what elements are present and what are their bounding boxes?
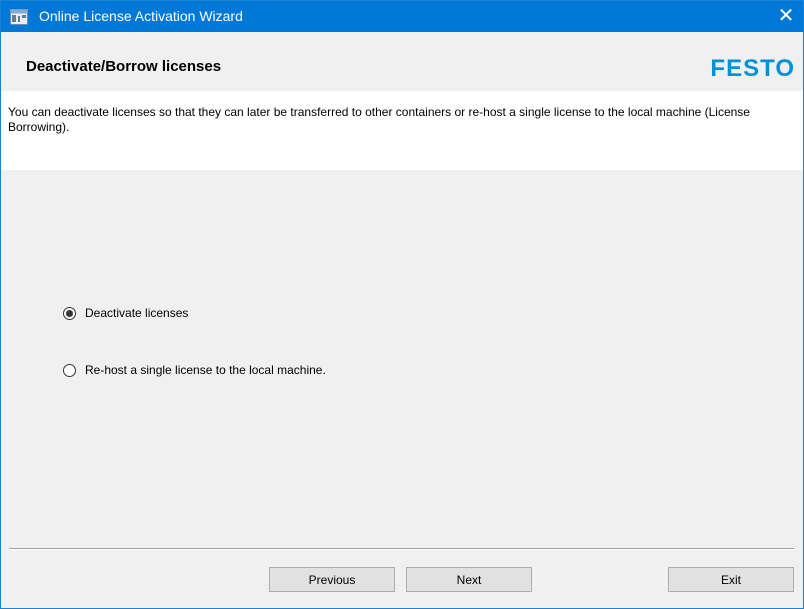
option-label: Deactivate licenses xyxy=(85,306,189,320)
radio-button-unselected[interactable] xyxy=(63,363,76,377)
deactivate-licenses-option[interactable]: Deactivate licenses xyxy=(63,306,188,320)
next-button[interactable]: Next xyxy=(406,567,532,592)
exit-button[interactable]: Exit xyxy=(668,567,794,592)
festo-logo: FESTO xyxy=(710,55,795,82)
description-panel: You can deactivate licenses so that they… xyxy=(1,91,803,170)
option-label: Re-host a single license to the local ma… xyxy=(85,363,326,377)
window-title: Online License Activation Wizard xyxy=(39,8,243,24)
previous-button[interactable]: Previous xyxy=(269,567,395,592)
footer-divider xyxy=(9,548,794,550)
radio-button-selected[interactable] xyxy=(63,306,76,320)
page-title: Deactivate/Borrow licenses xyxy=(26,58,222,75)
wizard-window: Online License Activation Wizard ✕ Deact… xyxy=(0,0,804,609)
title-bar[interactable]: Online License Activation Wizard ✕ xyxy=(1,1,803,32)
license-wizard-icon xyxy=(10,9,28,25)
rehost-license-option[interactable]: Re-host a single license to the local ma… xyxy=(63,363,326,377)
wizard-header: Deactivate/Borrow licenses FESTO xyxy=(1,32,803,91)
description-text: You can deactivate licenses so that they… xyxy=(8,105,750,134)
close-icon[interactable]: ✕ xyxy=(769,1,803,32)
